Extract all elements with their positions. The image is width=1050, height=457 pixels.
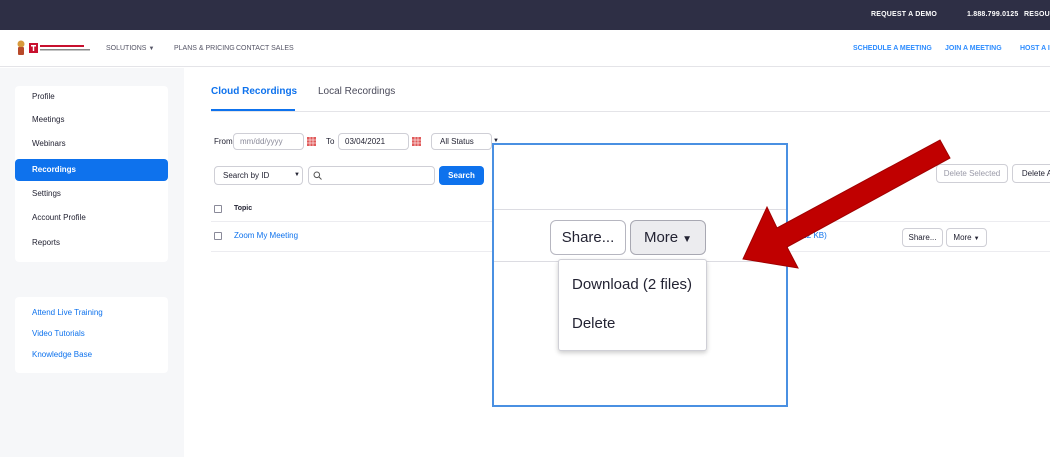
sidebar-item-webinars[interactable]: Webinars xyxy=(15,133,168,155)
tab-divider xyxy=(211,111,1050,112)
attend-live-training-link[interactable]: Attend Live Training xyxy=(32,308,103,317)
delete-selected-button[interactable]: Delete Selected xyxy=(936,164,1008,183)
row-checkbox[interactable] xyxy=(214,232,222,240)
callout-divider xyxy=(494,209,786,210)
university-logo[interactable] xyxy=(16,40,96,56)
sidebar-item-meetings[interactable]: Meetings xyxy=(15,109,168,131)
nav-solutions-label: SOLUTIONS xyxy=(106,45,147,52)
share-button[interactable]: Share... xyxy=(902,228,943,247)
menu-item-delete[interactable]: Delete xyxy=(572,315,615,332)
zoomed-more-button[interactable]: More ▼ xyxy=(630,220,706,255)
more-button-label: More xyxy=(953,233,972,242)
search-icon xyxy=(313,171,322,180)
sidebar-item-profile[interactable]: Profile xyxy=(15,86,168,108)
nav-solutions[interactable]: SOLUTIONS ▼ xyxy=(106,30,154,67)
sidebar-item-reports[interactable]: Reports xyxy=(15,232,168,254)
to-date-input[interactable]: 03/04/2021 xyxy=(338,133,409,150)
search-input[interactable] xyxy=(308,166,435,185)
delete-all-button[interactable]: Delete A xyxy=(1012,164,1050,183)
chevron-down-icon: ▼ xyxy=(973,236,980,242)
recording-size-link[interactable]: s (512 KB) xyxy=(789,231,827,240)
ut-logo-icon xyxy=(29,43,38,53)
status-select[interactable]: All Status xyxy=(431,133,492,150)
sidebar-menu: Profile Meetings Webinars Recordings Set… xyxy=(15,86,168,262)
nav-plans-pricing[interactable]: PLANS & PRICING xyxy=(174,30,235,67)
request-demo-link[interactable]: REQUEST A DEMO xyxy=(871,0,937,30)
nav-join-meeting[interactable]: JOIN A MEETING xyxy=(945,30,1002,67)
recording-topic-link[interactable]: Zoom My Meeting xyxy=(234,231,298,240)
main-navbar: SOLUTIONS ▼ PLANS & PRICING CONTACT SALES… xyxy=(0,30,1050,67)
tab-cloud-recordings[interactable]: Cloud Recordings xyxy=(211,86,297,97)
calendar-icon[interactable] xyxy=(412,137,421,146)
column-header-topic: Topic xyxy=(234,205,253,212)
zoomed-more-label: More xyxy=(643,229,679,246)
knowledge-base-link[interactable]: Knowledge Base xyxy=(32,350,92,359)
tab-local-recordings[interactable]: Local Recordings xyxy=(318,86,395,97)
nav-schedule-meeting[interactable]: SCHEDULE A MEETING xyxy=(853,30,932,67)
chevron-down-icon: ▼ xyxy=(294,172,300,178)
nav-host-meeting[interactable]: HOST A I xyxy=(1020,30,1050,67)
video-tutorials-link[interactable]: Video Tutorials xyxy=(32,329,85,338)
chevron-down-icon: ▼ xyxy=(148,46,155,52)
search-type-select[interactable]: Search by ID xyxy=(214,166,303,185)
more-button[interactable]: More ▼ xyxy=(946,228,987,247)
more-dropdown-menu: Download (2 files) Delete xyxy=(558,259,707,351)
nav-contact-sales[interactable]: CONTACT SALES xyxy=(236,30,294,67)
chevron-down-icon: ▼ xyxy=(682,234,693,245)
calendar-icon[interactable] xyxy=(307,137,316,146)
logo-wordmark-icon xyxy=(40,45,90,51)
to-label: To xyxy=(326,137,335,146)
sidebar-help-links: Attend Live Training Video Tutorials Kno… xyxy=(15,297,168,373)
from-label: From xyxy=(214,137,233,146)
sidebar-item-recordings[interactable]: Recordings xyxy=(15,159,168,181)
sidebar-item-account-profile[interactable]: Account Profile xyxy=(15,207,168,229)
top-utility-bar: REQUEST A DEMO 1.888.799.0125 RESOUR xyxy=(0,0,1050,30)
phone-link[interactable]: 1.888.799.0125 xyxy=(967,0,1018,30)
resources-link[interactable]: RESOUR xyxy=(1024,0,1050,30)
from-date-input[interactable] xyxy=(233,133,304,150)
menu-item-download[interactable]: Download (2 files) xyxy=(572,276,692,293)
select-all-checkbox[interactable] xyxy=(214,205,222,213)
zoomed-share-button[interactable]: Share... xyxy=(550,220,626,255)
sidebar-item-settings[interactable]: Settings xyxy=(15,183,168,205)
mascot-icon xyxy=(17,40,25,55)
search-button[interactable]: Search xyxy=(439,166,484,185)
zoomed-callout: Share... More ▼ Download (2 files) Delete xyxy=(492,143,788,407)
